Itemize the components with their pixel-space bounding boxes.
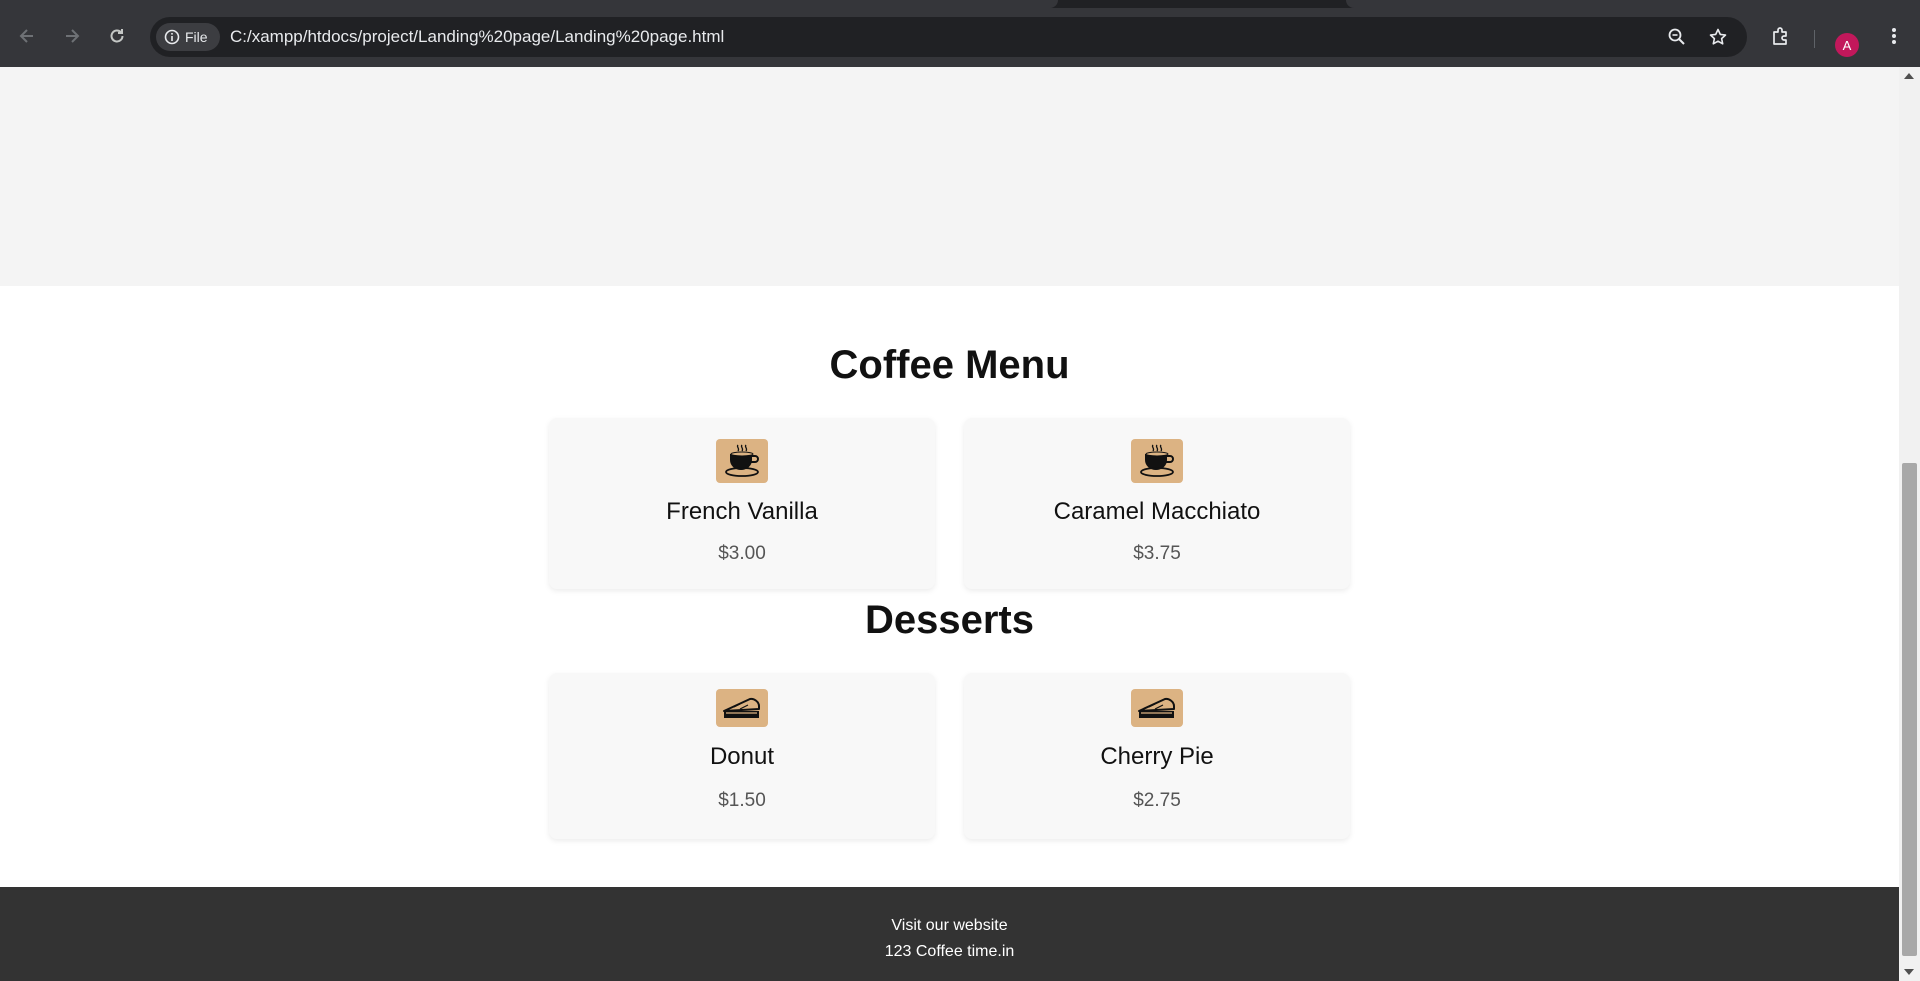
- desserts-heading: Desserts: [864, 598, 1034, 642]
- more-icon[interactable]: [1880, 22, 1908, 50]
- browser-tab[interactable]: [1346, 0, 1920, 8]
- back-arrow-icon[interactable]: [13, 22, 41, 50]
- info-icon: [164, 29, 180, 45]
- address-bar[interactable]: File C:/xampp/htdocs/project/Landing%20p…: [150, 17, 1747, 57]
- forward-arrow-icon[interactable]: [58, 22, 86, 50]
- star-icon[interactable]: [1706, 25, 1730, 49]
- scroll-down-arrow-icon[interactable]: [1904, 969, 1914, 975]
- menu-card[interactable]: French Vanilla $3.00: [549, 418, 935, 589]
- pie-slice-icon: [1131, 689, 1183, 727]
- item-name: Cherry Pie: [1100, 743, 1214, 770]
- scroll-up-arrow-icon[interactable]: [1904, 73, 1914, 79]
- item-price: $3.00: [718, 543, 766, 564]
- vertical-scrollbar[interactable]: [1899, 67, 1920, 981]
- tab-strip: [0, 0, 1920, 8]
- footer-address: 123 Coffee time.in: [884, 943, 1015, 960]
- site-info-chip[interactable]: File: [156, 23, 220, 51]
- zoom-icon[interactable]: [1665, 25, 1689, 49]
- url-text[interactable]: C:/xampp/htdocs/project/Landing%20page/L…: [230, 27, 724, 47]
- item-price: $3.75: [1133, 543, 1181, 564]
- menu-card[interactable]: Donut $1.50: [549, 673, 935, 839]
- browser-toolbar: File C:/xampp/htdocs/project/Landing%20p…: [0, 8, 1920, 67]
- hero-section: [0, 67, 1899, 286]
- profile-avatar[interactable]: A: [1835, 33, 1859, 57]
- item-price: $1.50: [718, 790, 766, 811]
- extensions-icon[interactable]: [1767, 22, 1795, 50]
- menu-card[interactable]: Caramel Macchiato $3.75: [964, 418, 1350, 589]
- coffee-cup-icon: [1131, 439, 1183, 483]
- footer-website-link[interactable]: Visit our website: [0, 917, 1899, 935]
- scrollbar-thumb[interactable]: [1902, 463, 1917, 956]
- reload-icon[interactable]: [103, 22, 131, 50]
- item-name: Caramel Macchiato: [1053, 498, 1261, 525]
- browser-tab[interactable]: [0, 0, 1058, 8]
- item-name: French Vanilla: [666, 498, 818, 525]
- item-price: $2.75: [1133, 790, 1181, 811]
- pie-slice-icon: [716, 689, 768, 727]
- site-chip-label: File: [185, 29, 208, 45]
- item-name: Donut: [709, 743, 775, 770]
- coffee-cup-icon: [716, 439, 768, 483]
- menu-card[interactable]: Cherry Pie $2.75: [964, 673, 1350, 839]
- coffee-menu-heading: Coffee Menu: [829, 343, 1070, 387]
- page-footer: Visit our website 123 Coffee time.in: [0, 887, 1899, 981]
- page-viewport: Coffee Menu French Vanilla $3.00 Caramel…: [0, 67, 1899, 981]
- toolbar-divider: [1814, 30, 1815, 48]
